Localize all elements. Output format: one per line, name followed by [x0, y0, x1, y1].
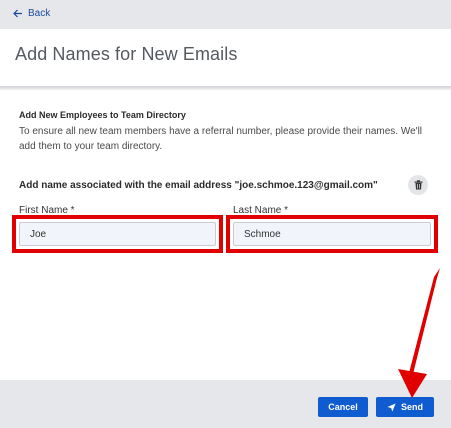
- arrow-left-icon: [13, 9, 22, 18]
- section-description: To ensure all new team members have a re…: [19, 126, 423, 152]
- top-bar: Back: [0, 0, 451, 29]
- last-name-input[interactable]: [233, 222, 431, 246]
- back-link[interactable]: Back: [13, 8, 50, 19]
- send-label: Send: [400, 402, 423, 412]
- first-name-input[interactable]: [19, 222, 216, 246]
- last-name-highlight: [226, 215, 438, 253]
- page-title: Add Names for New Emails: [15, 44, 238, 64]
- cancel-button[interactable]: Cancel: [318, 397, 368, 417]
- section-title: Add New Employees to Team Directory: [19, 110, 186, 120]
- header-divider: [0, 86, 451, 90]
- paper-plane-icon: [387, 402, 396, 412]
- trash-icon: [414, 180, 422, 190]
- first-name-highlight: [12, 215, 223, 253]
- email-heading: Add name associated with the email addre…: [19, 180, 378, 191]
- delete-button[interactable]: [408, 175, 428, 195]
- back-label: Back: [28, 8, 51, 19]
- send-button[interactable]: Send: [376, 397, 434, 417]
